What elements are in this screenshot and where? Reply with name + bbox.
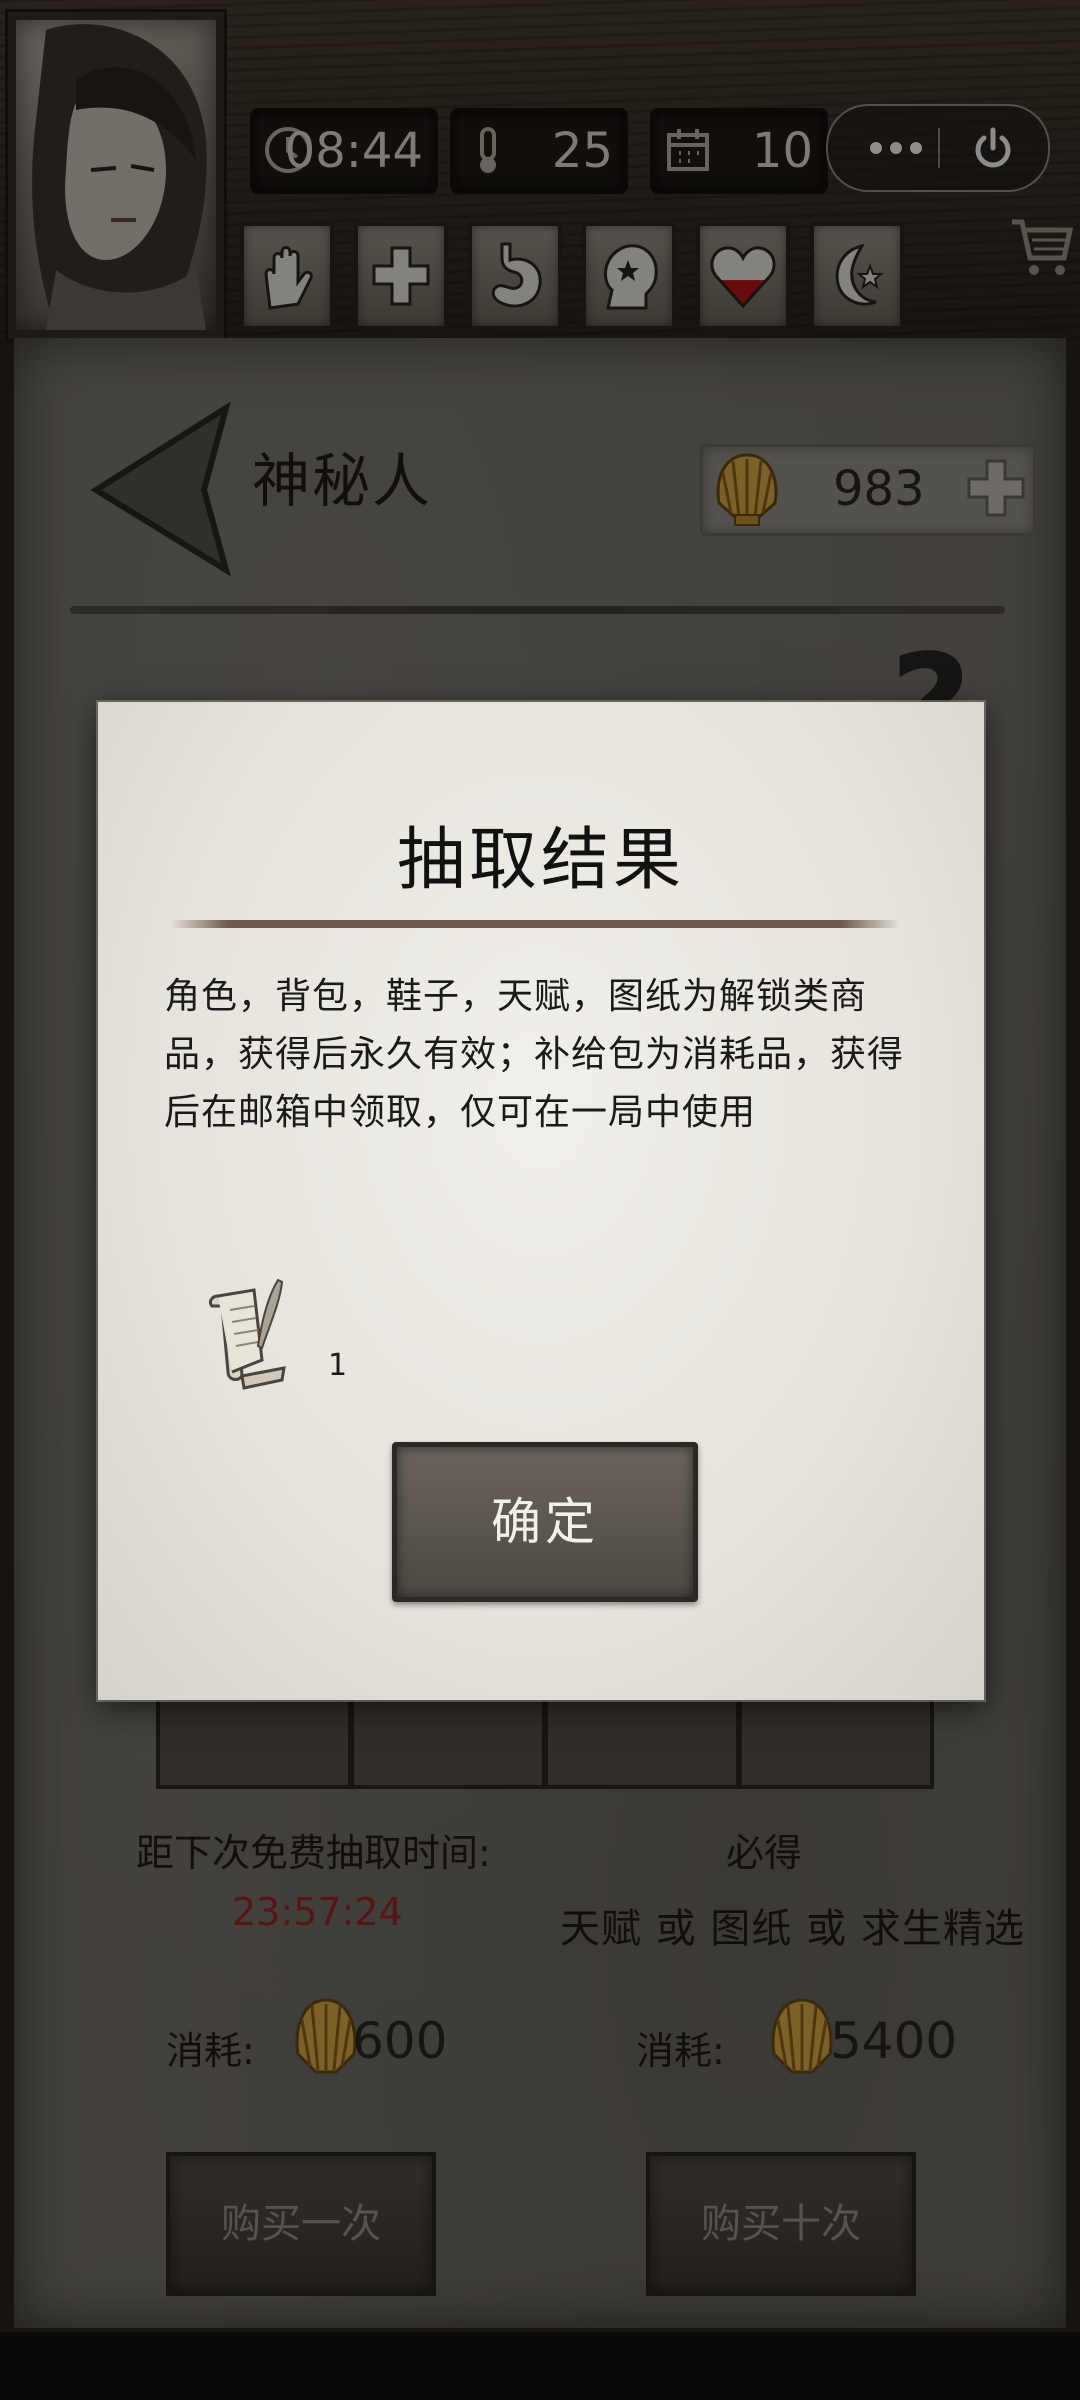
draw-result-dialog: 抽取结果 角色，背包，鞋子，天赋，图纸为解锁类商品，获得后永久有效；补给包为消耗… (98, 702, 984, 1700)
confirm-button[interactable]: 确定 (392, 1442, 698, 1602)
dialog-title: 抽取结果 (396, 821, 685, 900)
dialog-divider (170, 920, 900, 928)
scroll-quill-icon[interactable] (198, 1276, 294, 1396)
dialog-description: 角色，背包，鞋子，天赋，图纸为解锁类商品，获得后永久有效；补给包为消耗品，获得后… (164, 976, 905, 1133)
item-quantity: 1 (328, 1348, 348, 1383)
